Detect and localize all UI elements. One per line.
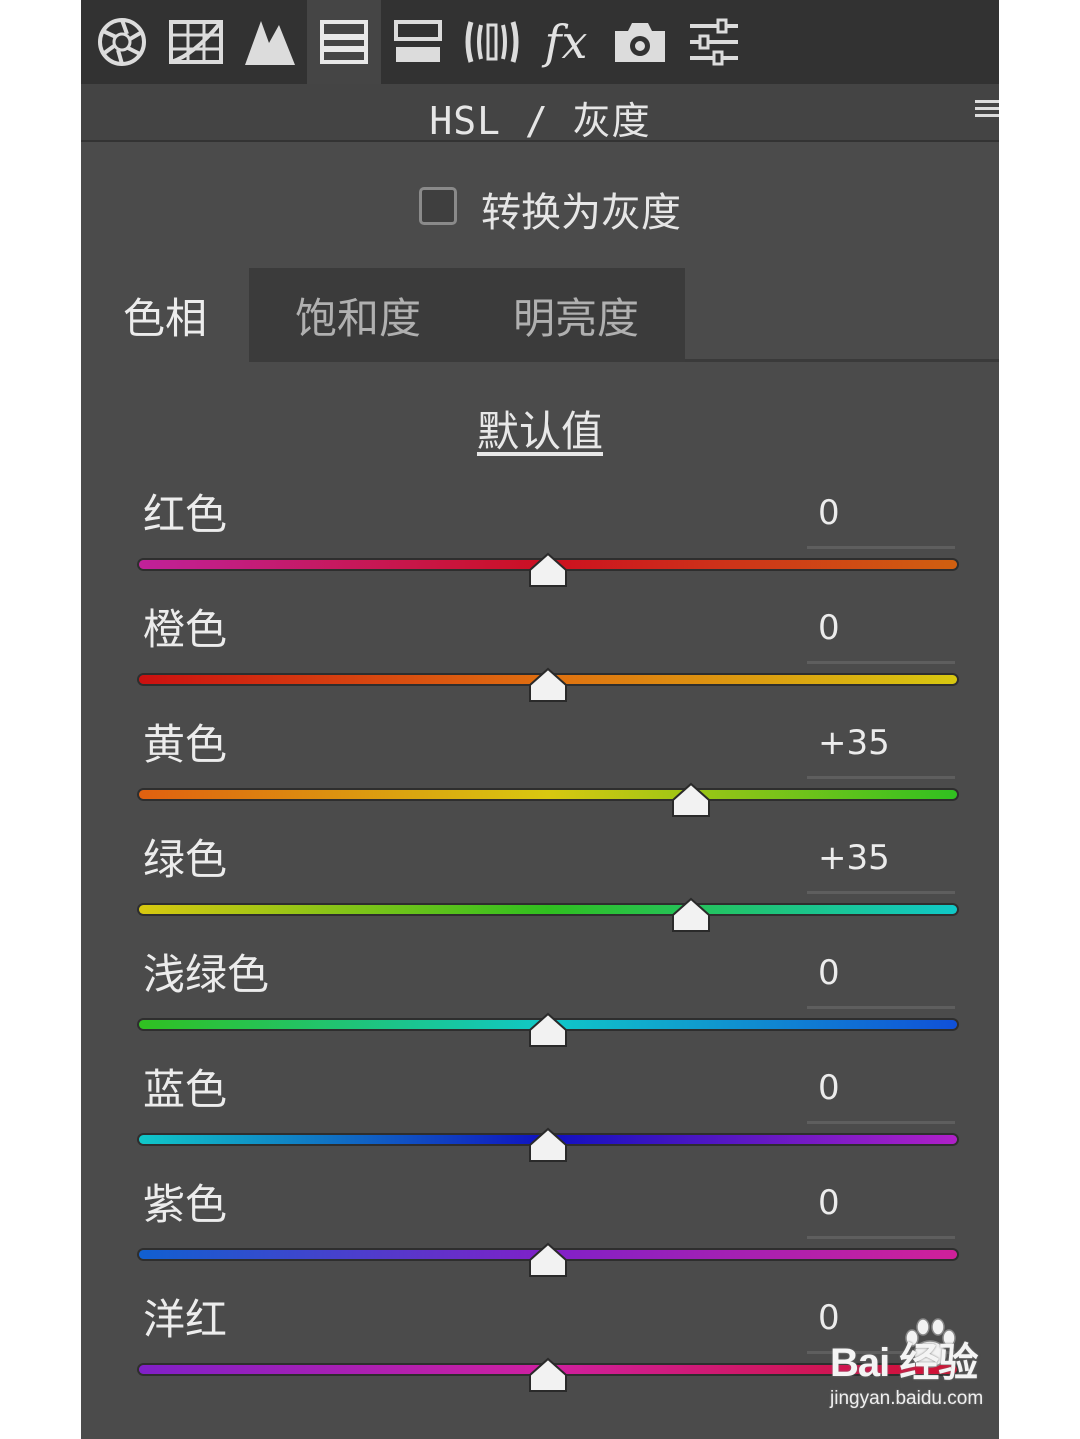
slider-thumb[interactable] <box>528 1242 568 1278</box>
slider-thumb[interactable] <box>671 897 711 933</box>
tool-effects[interactable]: fx <box>529 0 603 84</box>
slider-thumb[interactable] <box>528 1127 568 1163</box>
tool-detail[interactable] <box>233 0 307 84</box>
panel-header: HSL / 灰度 <box>81 84 999 143</box>
hsl-panel-icon <box>320 20 368 64</box>
slider-thumb[interactable] <box>528 552 568 588</box>
slider-value-input[interactable]: 0 <box>818 1071 840 1105</box>
tab-hue[interactable]: 色相 <box>81 268 249 362</box>
slider-red: 红色 0 <box>81 494 999 609</box>
slider-track[interactable] <box>139 790 957 799</box>
panel-toolbar: fx <box>81 0 999 84</box>
hsl-tabs: 色相 饱和度 明亮度 <box>81 268 999 362</box>
grayscale-label[interactable]: 转换为灰度 <box>481 180 681 238</box>
slider-label: 绿色 <box>143 835 228 884</box>
grayscale-row: 转换为灰度 <box>81 142 999 270</box>
slider-green: 绿色 +35 <box>81 839 999 954</box>
slider-label: 浅绿色 <box>143 950 270 999</box>
aperture-icon <box>98 18 146 66</box>
slider-label: 蓝色 <box>143 1065 228 1114</box>
slider-label: 洋红 <box>143 1295 228 1344</box>
tool-split-toning[interactable] <box>381 0 455 84</box>
slider-yellow: 黄色 +35 <box>81 724 999 839</box>
slider-label: 红色 <box>143 490 228 539</box>
curve-grid-icon <box>169 20 223 64</box>
slider-label: 橙色 <box>143 605 228 654</box>
effects-fx-icon: fx <box>544 15 588 69</box>
slider-purple: 紫色 0 <box>81 1184 999 1299</box>
watermark-brand: Bai 经验 <box>830 1341 978 1385</box>
tab-luminance[interactable]: 明亮度 <box>467 268 685 362</box>
split-toning-icon <box>394 20 442 62</box>
slider-value-input[interactable]: +35 <box>818 841 890 875</box>
slider-aqua: 浅绿色 0 <box>81 954 999 1069</box>
slider-thumb[interactable] <box>528 1357 568 1393</box>
slider-blue: 蓝色 0 <box>81 1069 999 1184</box>
slider-thumb[interactable] <box>528 1012 568 1048</box>
slider-value-input[interactable]: 0 <box>818 496 840 530</box>
slider-label: 黄色 <box>143 720 228 769</box>
baidu-jingyan-watermark: Bai 经验 jingyan.baidu.com <box>830 1318 1030 1422</box>
slider-value-input[interactable]: +35 <box>818 726 890 760</box>
tool-presets[interactable] <box>677 0 751 84</box>
slider-value-input[interactable]: 0 <box>818 956 840 990</box>
tool-camera-calibration[interactable] <box>603 0 677 84</box>
tab-saturation[interactable]: 饱和度 <box>249 268 467 362</box>
slider-thumb[interactable] <box>671 782 711 818</box>
slider-value-input[interactable]: 0 <box>818 611 840 645</box>
tool-tone-curve[interactable] <box>159 0 233 84</box>
tool-lens-corrections[interactable] <box>455 0 529 84</box>
hsl-grayscale-panel: fx HSL / 灰度 转换为灰度 色相 饱和度 明亮度 默认值 红色 0 橙色… <box>81 0 999 1439</box>
panel-title: HSL / 灰度 <box>429 99 651 143</box>
watermark-url: jingyan.baidu.com <box>830 1388 984 1409</box>
slider-thumb[interactable] <box>528 667 568 703</box>
slider-orange: 橙色 0 <box>81 609 999 724</box>
lens-corrections-icon <box>465 21 519 63</box>
mountains-icon <box>245 21 295 65</box>
slider-label: 紫色 <box>143 1180 228 1229</box>
presets-sliders-icon <box>690 18 738 66</box>
panel-menu-icon[interactable] <box>975 100 999 124</box>
grayscale-checkbox[interactable] <box>419 187 457 225</box>
slider-value-input[interactable]: 0 <box>818 1186 840 1220</box>
tool-basic[interactable] <box>85 0 159 84</box>
tool-hsl[interactable] <box>307 0 381 84</box>
camera-calibration-icon <box>615 23 665 62</box>
slider-track[interactable] <box>139 905 957 914</box>
default-link[interactable]: 默认值 <box>81 398 999 459</box>
